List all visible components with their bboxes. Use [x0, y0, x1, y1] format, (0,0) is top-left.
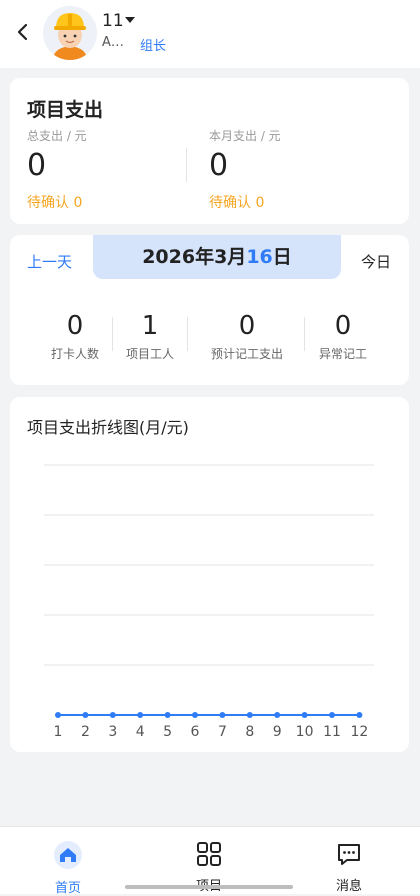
- stat-label: 打卡人数: [50, 347, 99, 361]
- x-tick-label: 11: [323, 724, 341, 740]
- stat-value: 0: [334, 311, 352, 341]
- data-point[interactable]: [301, 712, 308, 718]
- stat-abnormal[interactable]: 0 异常记工: [314, 311, 372, 362]
- back-arrow-icon[interactable]: [12, 20, 34, 44]
- attendance-card: 上一天 2026年3月16日 今日 0 打卡人数 1 项目工人 0 预计记工支出…: [10, 235, 409, 385]
- avatar[interactable]: [43, 6, 97, 60]
- date-day: 16: [246, 246, 273, 268]
- message-icon: [338, 844, 360, 865]
- x-tick-label: 8: [245, 724, 254, 740]
- line-chart: 1 2 3 4 5 6 7 8 9 10 11 12: [44, 464, 374, 740]
- divider: [186, 148, 187, 182]
- data-point[interactable]: [356, 712, 363, 718]
- stat-value: 0: [238, 311, 256, 341]
- top-header: 11 A… 组长: [0, 0, 420, 68]
- tab-messages[interactable]: 消息: [309, 841, 389, 894]
- data-point[interactable]: [274, 712, 281, 718]
- total-pending[interactable]: 待确认 0: [27, 192, 82, 212]
- data-point[interactable]: [55, 712, 61, 718]
- user-name[interactable]: 11: [102, 11, 124, 31]
- stat-value: 1: [141, 311, 159, 341]
- data-point[interactable]: [329, 712, 335, 718]
- x-tick-label: 1: [54, 724, 63, 740]
- data-point[interactable]: [219, 712, 226, 718]
- divider: [187, 317, 188, 351]
- data-point[interactable]: [246, 712, 253, 718]
- x-tick-label: 9: [273, 724, 282, 740]
- month-expense-value: 0: [209, 148, 229, 183]
- x-tick-label: 7: [218, 724, 227, 740]
- total-expense-value: 0: [27, 148, 47, 183]
- x-tick-label: 2: [81, 724, 90, 740]
- stat-label: 预计记工支出: [210, 347, 283, 361]
- role-badge: 组长: [140, 39, 167, 54]
- x-tick-label: 3: [108, 724, 117, 740]
- data-point[interactable]: [192, 712, 198, 718]
- expense-card[interactable]: 项目支出 总支出 / 元 0 待确认 0 本月支出 / 元 0 待确认 0: [10, 78, 409, 224]
- month-pending[interactable]: 待确认 0: [209, 192, 264, 212]
- month-expense-label: 本月支出 / 元: [209, 129, 281, 143]
- date-suffix: 日: [272, 246, 292, 268]
- dropdown-triangle-icon[interactable]: [124, 15, 136, 25]
- stat-workers[interactable]: 1 项目工人: [122, 311, 178, 362]
- data-point[interactable]: [164, 712, 171, 718]
- stat-checkin[interactable]: 0 打卡人数: [48, 311, 102, 362]
- stat-estimated-expense[interactable]: 0 预计记工支出: [204, 311, 290, 362]
- divider: [304, 317, 305, 351]
- data-point[interactable]: [137, 712, 144, 718]
- stat-label: 项目工人: [125, 347, 174, 361]
- home-indicator: [125, 885, 293, 889]
- tab-label: 首页: [54, 881, 81, 896]
- data-point[interactable]: [82, 712, 89, 718]
- stat-label: 异常记工: [318, 347, 367, 361]
- x-tick-label: 6: [191, 724, 200, 740]
- x-tick-label: 12: [350, 724, 368, 740]
- date-prefix: 2026年3月: [142, 246, 247, 268]
- x-tick-label: 5: [163, 724, 172, 740]
- data-point[interactable]: [109, 712, 116, 718]
- divider: [112, 317, 113, 351]
- expense-title: 项目支出: [27, 99, 104, 121]
- bottom-tab-bar: 首页 项目 消息: [0, 826, 420, 896]
- x-tick-label: 10: [296, 724, 314, 740]
- home-icon: [54, 841, 82, 869]
- tab-home[interactable]: 首页: [28, 841, 108, 896]
- today-button[interactable]: 今日: [361, 251, 391, 272]
- chart-card: 项目支出折线图(月/元) 1 2 3 4 5 6 7 8 9 10 11 12: [10, 397, 409, 752]
- x-tick-label: 4: [136, 724, 145, 740]
- prev-day-button[interactable]: 上一天: [27, 251, 72, 272]
- tab-label: 消息: [335, 879, 362, 894]
- stat-value: 0: [66, 311, 84, 341]
- user-subtitle: A…: [102, 35, 124, 50]
- date-display[interactable]: 2026年3月16日: [93, 235, 341, 279]
- total-expense-label: 总支出 / 元: [27, 129, 87, 143]
- grid-icon: [197, 842, 221, 866]
